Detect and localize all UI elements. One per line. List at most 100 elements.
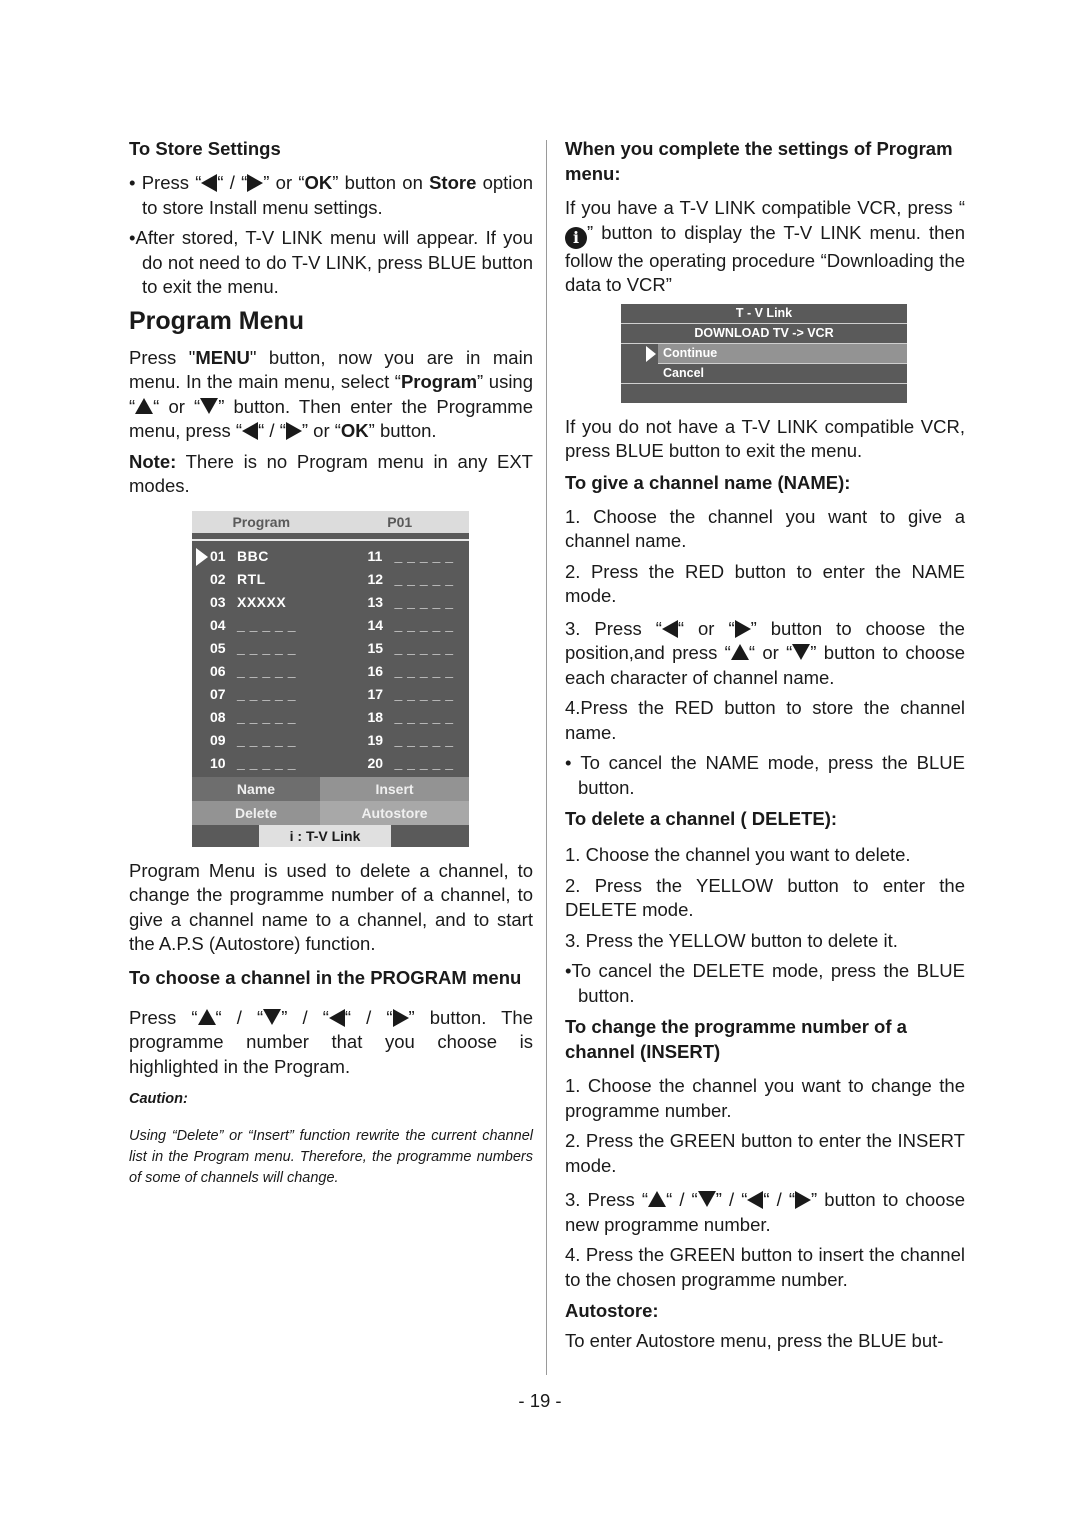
- cancel-option[interactable]: Cancel: [621, 364, 907, 384]
- channel-entry[interactable]: 07 _ _ _ _ _: [192, 683, 331, 706]
- tv-link-title: T - V Link: [621, 304, 907, 324]
- channel-name: XXXXX: [237, 593, 287, 610]
- channel-entry[interactable]: 15 _ _ _ _ _: [331, 637, 470, 660]
- osd-header: Program P01: [192, 510, 469, 533]
- channel-name: _ _ _ _ _: [237, 731, 296, 748]
- channel-entry[interactable]: 09 _ _ _ _ _: [192, 729, 331, 752]
- channel-entry[interactable]: 01 BBC: [192, 545, 331, 568]
- channel-name: _ _ _ _ _: [394, 570, 454, 587]
- tv-link-subtitle: DOWNLOAD TV -> VCR: [621, 324, 907, 344]
- channel-number: 14: [367, 616, 384, 633]
- delete-step-3: 3. Press the YELLOW button to delete it.: [565, 929, 898, 951]
- channel-entry[interactable]: 16 _ _ _ _ _: [331, 660, 470, 683]
- autostore-text: To enter Autostore menu, press the BLUE …: [565, 1330, 944, 1351]
- left-arrow-icon: [328, 1008, 345, 1027]
- channel-number: 17: [367, 685, 384, 702]
- left-arrow-icon: [661, 619, 678, 638]
- right-arrow-icon: [392, 1008, 409, 1027]
- channel-row: 09 _ _ _ _ _ 19 _ _ _ _ _: [192, 729, 469, 752]
- insert-button[interactable]: Insert: [320, 776, 469, 801]
- channel-number: 05: [210, 639, 226, 656]
- insert-step-3: 3. Press ““ / “” / ““ / “” button to cho…: [565, 1189, 965, 1235]
- channel-number: 08: [210, 708, 226, 725]
- channel-entry[interactable]: 18 _ _ _ _ _: [331, 706, 470, 729]
- program-menu-osd: Program P01 01 BBC 11 _ _ _ _ _ 02 RTL 12 _ _ _…: [192, 510, 470, 847]
- right-arrow-icon: [734, 619, 751, 638]
- channel-entry[interactable]: 11 _ _ _ _ _: [331, 545, 470, 568]
- info-icon: i: [565, 226, 587, 249]
- page-number: - 19 -: [518, 1390, 562, 1411]
- channel-name: _ _ _ _ _: [394, 639, 454, 656]
- channel-name: _ _ _ _ _: [237, 708, 296, 725]
- channel-number: 13: [367, 593, 384, 610]
- channel-row: 10 _ _ _ _ _ 20 _ _ _ _ _: [192, 752, 469, 775]
- complete-settings-heading: When you complete the settings of Progra…: [565, 138, 953, 184]
- osd-header-title: Program: [232, 513, 291, 530]
- channel-row: 03 XXXXX 13 _ _ _ _ _: [192, 591, 469, 614]
- up-arrow-icon: [648, 1191, 667, 1207]
- channel-name: BBC: [237, 547, 269, 564]
- left-arrow-icon: [201, 174, 218, 192]
- channel-row: 02 RTL 12 _ _ _ _ _: [192, 568, 469, 591]
- channel-list: 01 BBC 11 _ _ _ _ _ 02 RTL 12 _ _ _ _ _ 03 XXXXX 1…: [192, 540, 470, 777]
- channel-number: 09: [210, 731, 226, 748]
- delete-button[interactable]: Delete: [192, 800, 320, 825]
- channel-name: _ _ _ _ _: [237, 754, 296, 771]
- delete-step-2: 2. Press the YELLOW button to enter the …: [565, 874, 965, 921]
- continue-option[interactable]: Continue: [646, 343, 907, 364]
- autostore-heading: Autostore:: [565, 1300, 659, 1321]
- choose-channel-heading: To choose a channel in the PROGRAM menu: [129, 966, 522, 988]
- channel-entry[interactable]: 17 _ _ _ _ _: [331, 683, 470, 706]
- right-column: When you complete the settings of Progra…: [565, 136, 965, 1360]
- channel-name: _ _ _ _ _: [394, 662, 454, 679]
- channel-name: _ _ _ _ _: [237, 662, 296, 679]
- down-arrow-icon: [792, 644, 811, 660]
- up-arrow-icon: [197, 1008, 216, 1025]
- channel-name: _ _ _ _ _: [237, 685, 296, 702]
- channel-entry[interactable]: 10 _ _ _ _ _: [192, 752, 331, 775]
- channel-entry[interactable]: 05 _ _ _ _ _: [192, 637, 331, 660]
- channel-row: 04 _ _ _ _ _ 14 _ _ _ _ _: [192, 614, 469, 637]
- name-step-1: 1. Choose the channel you want to give a…: [565, 505, 965, 552]
- channel-number: 06: [210, 662, 226, 679]
- channel-entry[interactable]: 12 _ _ _ _ _: [331, 568, 470, 591]
- autostore-button[interactable]: Autostore: [320, 800, 469, 825]
- channel-number: 20: [367, 754, 384, 771]
- channel-number: 07: [210, 685, 226, 702]
- osd-header-program: P01: [387, 513, 413, 530]
- channel-name: _ _ _ _ _: [237, 616, 296, 633]
- channel-entry[interactable]: 02 RTL: [192, 568, 331, 591]
- up-arrow-icon: [730, 644, 749, 660]
- channel-entry[interactable]: 13 _ _ _ _ _: [331, 591, 470, 614]
- usage-paragraph: Program Menu is used to delete a channel…: [129, 859, 533, 955]
- channel-entry[interactable]: 03 XXXXX: [192, 591, 331, 614]
- channel-name: _ _ _ _ _: [394, 547, 454, 564]
- selection-arrow-icon: [196, 547, 208, 566]
- name-button[interactable]: Name: [192, 776, 320, 801]
- channel-number: 11: [367, 547, 383, 564]
- channel-entry[interactable]: 14 _ _ _ _ _: [331, 614, 470, 637]
- channel-number: 04: [210, 616, 226, 633]
- down-arrow-icon: [263, 1008, 282, 1025]
- channel-entry[interactable]: 08 _ _ _ _ _: [192, 706, 331, 729]
- channel-entry[interactable]: 20 _ _ _ _ _: [331, 752, 470, 775]
- delete-step-1: 1. Choose the channel you want to delete…: [565, 844, 911, 865]
- channel-row: 05 _ _ _ _ _ 15 _ _ _ _ _: [192, 637, 469, 660]
- channel-number: 15: [367, 639, 384, 656]
- channel-entry[interactable]: 19 _ _ _ _ _: [331, 729, 470, 752]
- selection-arrow-icon: [646, 345, 656, 362]
- channel-number: 10: [210, 754, 226, 771]
- name-step-2: 2. Press the RED button to enter the NAM…: [565, 560, 965, 607]
- tv-link-hint[interactable]: i : T-V Link: [259, 824, 391, 847]
- caution-text: Using “Delete” or “Insert” function rewr…: [129, 1127, 533, 1186]
- channel-number: 16: [367, 662, 384, 679]
- channel-entry[interactable]: 06 _ _ _ _ _: [192, 660, 331, 683]
- insert-step-4: 4. Press the GREEN button to insert the …: [565, 1244, 965, 1290]
- channel-entry[interactable]: 04 _ _ _ _ _: [192, 614, 331, 637]
- store-bullet-2: •After stored, T-V LINK menu will appear…: [129, 227, 533, 297]
- channel-row: 06 _ _ _ _ _ 16 _ _ _ _ _: [192, 660, 469, 683]
- down-arrow-icon: [200, 397, 219, 414]
- channel-number: 03: [210, 593, 226, 610]
- right-arrow-icon: [247, 174, 264, 192]
- insert-heading: To change the programme number of a chan…: [565, 1016, 907, 1062]
